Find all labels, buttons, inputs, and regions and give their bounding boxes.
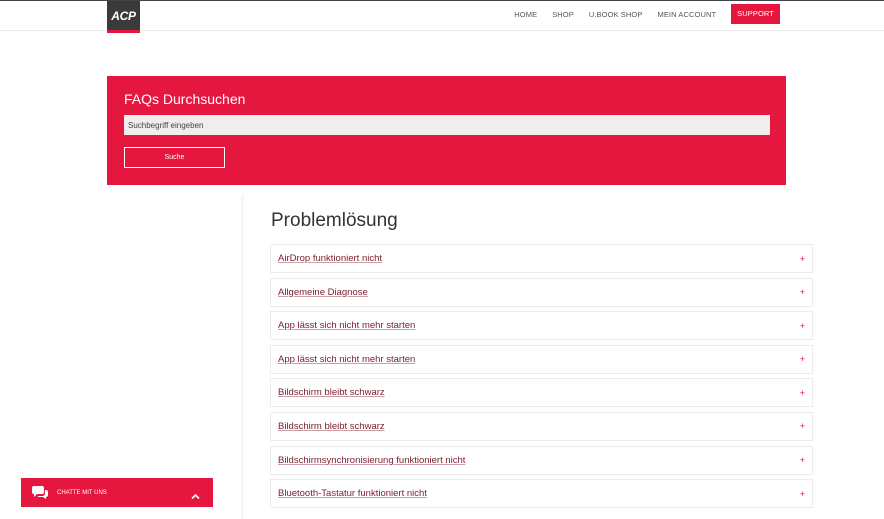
- faq-item-label[interactable]: Bluetooth-Tastatur funktioniert nicht: [278, 488, 427, 499]
- nav-ubook-shop[interactable]: U.BOOK SHOP: [589, 10, 643, 19]
- expand-icon[interactable]: +: [800, 489, 805, 499]
- faq-list: AirDrop funktioniert nicht + Allgemeine …: [270, 244, 813, 513]
- faq-item-label[interactable]: Bildschirm bleibt schwarz: [278, 387, 385, 398]
- main-nav: HOME SHOP U.BOOK SHOP MEIN ACCOUNT SUPPO…: [499, 4, 780, 24]
- search-button[interactable]: Suche: [124, 147, 225, 168]
- expand-icon[interactable]: +: [800, 421, 805, 431]
- expand-icon[interactable]: +: [800, 321, 805, 331]
- search-title: FAQs Durchsuchen: [124, 91, 246, 107]
- search-input[interactable]: [124, 115, 770, 135]
- chevron-up-icon[interactable]: [191, 487, 200, 505]
- faq-item[interactable]: Bluetooth-Tastatur funktioniert nicht +: [270, 479, 813, 509]
- chat-bubbles-icon: [31, 485, 49, 500]
- chat-label: CHATTE MIT UNS: [57, 489, 107, 496]
- faq-item-label[interactable]: Bildschirmsynchronisierung funktioniert …: [278, 455, 465, 466]
- faq-item[interactable]: App lässt sich nicht mehr starten +: [270, 344, 813, 374]
- faq-item[interactable]: Allgemeine Diagnose +: [270, 277, 813, 307]
- faq-item-label[interactable]: AirDrop funktioniert nicht: [278, 253, 382, 264]
- faq-item[interactable]: App lässt sich nicht mehr starten +: [270, 311, 813, 341]
- nav-home[interactable]: HOME: [514, 10, 537, 19]
- faq-item-label[interactable]: App lässt sich nicht mehr starten: [278, 320, 415, 331]
- site-header: ACP HOME SHOP U.BOOK SHOP MEIN ACCOUNT S…: [0, 0, 884, 33]
- faq-item[interactable]: Bildschirmsynchronisierung funktioniert …: [270, 445, 813, 475]
- faq-item[interactable]: AirDrop funktioniert nicht +: [270, 244, 813, 273]
- nav-shop[interactable]: SHOP: [552, 10, 574, 19]
- expand-icon[interactable]: +: [800, 287, 805, 297]
- faq-item-label[interactable]: Bildschirm bleibt schwarz: [278, 421, 385, 432]
- faq-search-panel: FAQs Durchsuchen Suche: [107, 76, 786, 185]
- nav-support[interactable]: SUPPORT: [731, 4, 780, 24]
- faq-item-label[interactable]: Allgemeine Diagnose: [278, 287, 368, 298]
- expand-icon[interactable]: +: [800, 388, 805, 398]
- logo-text: ACP: [111, 9, 136, 23]
- chat-widget[interactable]: CHATTE MIT UNS: [21, 478, 213, 507]
- expand-icon[interactable]: +: [800, 354, 805, 364]
- content-shadow: [241, 195, 245, 519]
- acp-logo[interactable]: ACP: [107, 1, 140, 33]
- faq-item[interactable]: Bildschirm bleibt schwarz +: [270, 378, 813, 408]
- faq-item-label[interactable]: App lässt sich nicht mehr starten: [278, 354, 415, 365]
- expand-icon[interactable]: +: [800, 254, 805, 264]
- expand-icon[interactable]: +: [800, 455, 805, 465]
- faq-item[interactable]: Bildschirm bleibt schwarz +: [270, 411, 813, 441]
- nav-mein-account[interactable]: MEIN ACCOUNT: [657, 10, 716, 19]
- section-title: Problemlösung: [271, 210, 398, 231]
